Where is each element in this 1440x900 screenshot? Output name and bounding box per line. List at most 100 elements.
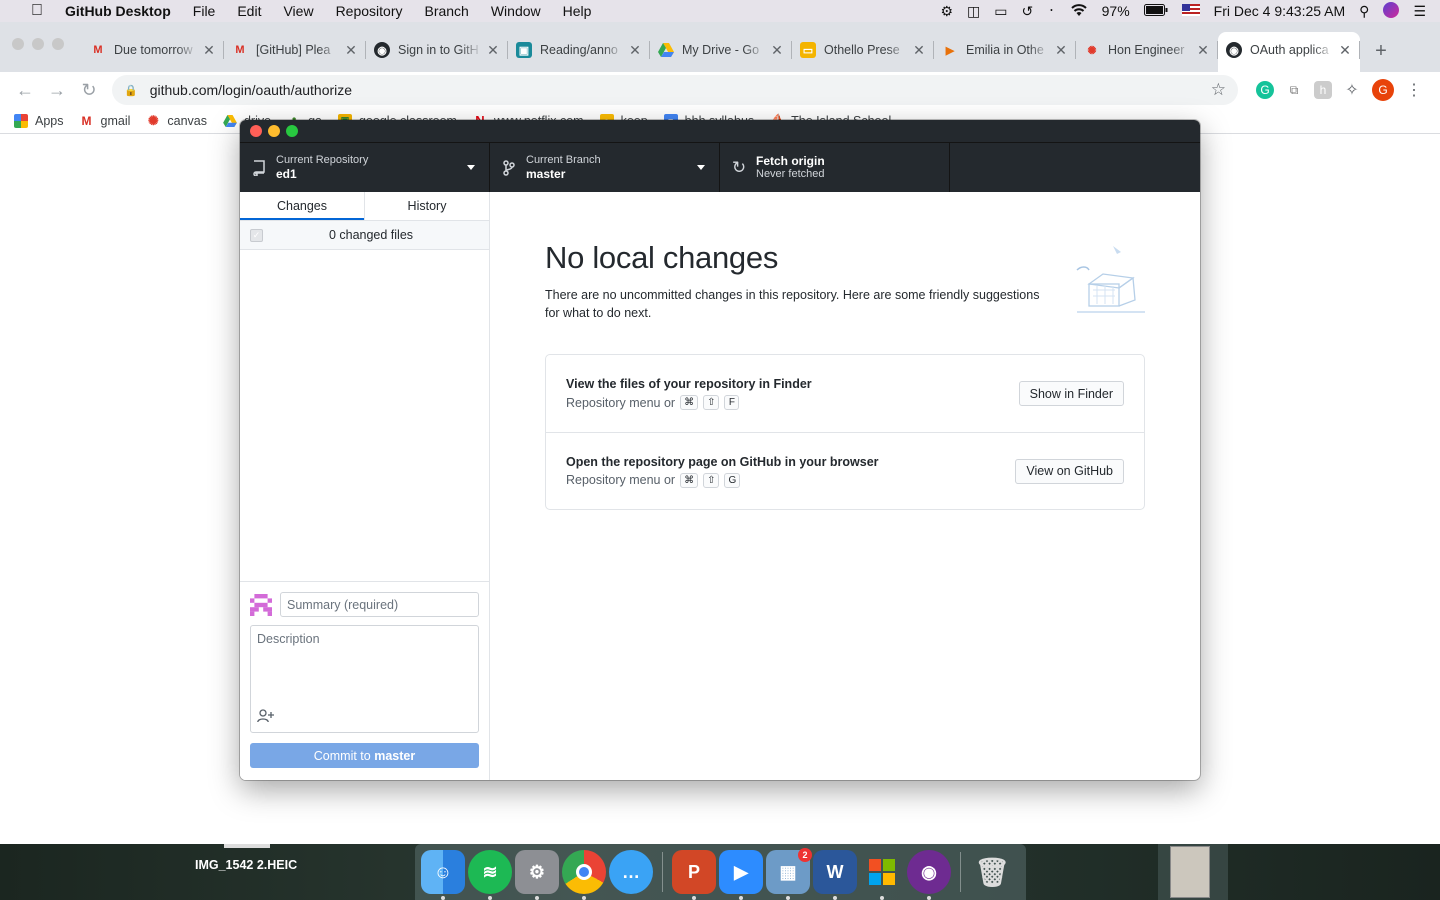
- reload-icon[interactable]: ↻: [74, 75, 104, 105]
- browser-tab[interactable]: My Drive - Go ✕: [650, 32, 792, 68]
- tab-close-icon[interactable]: ✕: [770, 42, 784, 59]
- preview-icon[interactable]: ▦ 2: [766, 848, 812, 900]
- menu-window[interactable]: Window: [480, 0, 552, 22]
- description-input[interactable]: [251, 626, 478, 706]
- url-input[interactable]: 🔒 github.com/login/oauth/authorize ☆: [112, 75, 1238, 105]
- bookmark-star-icon[interactable]: ☆: [1211, 80, 1226, 100]
- tab-close-icon[interactable]: ✕: [202, 42, 216, 59]
- browser-tab[interactable]: ▶ Emilia in Othe ✕: [934, 32, 1076, 68]
- menu-file[interactable]: File: [182, 0, 227, 22]
- new-tab-icon[interactable]: +: [1366, 36, 1396, 66]
- changed-files-header: ✓ 0 changed files: [240, 221, 489, 250]
- menu-repository[interactable]: Repository: [325, 0, 414, 22]
- spotlight-icon[interactable]: ⚲: [1359, 3, 1369, 20]
- tab-close-icon[interactable]: ✕: [344, 42, 358, 59]
- tab-close-icon[interactable]: ✕: [912, 42, 926, 59]
- tab-changes[interactable]: Changes: [240, 192, 364, 220]
- tab-close-icon[interactable]: ✕: [1196, 42, 1210, 59]
- gh-minimize-button[interactable]: [268, 125, 280, 137]
- wifi-icon[interactable]: [1070, 3, 1088, 20]
- microsoft-store-icon[interactable]: [860, 850, 904, 900]
- browser-tab[interactable]: M Due tomorrow ✕: [82, 32, 224, 68]
- current-branch-button[interactable]: Current Branch master: [490, 143, 720, 192]
- spotify-icon[interactable]: ≋: [468, 850, 512, 900]
- gh-zoom-button[interactable]: [286, 125, 298, 137]
- siri-icon[interactable]: [1383, 1, 1400, 21]
- repo-value: ed1: [276, 167, 297, 181]
- extension-translate-icon[interactable]: h: [1314, 81, 1332, 99]
- flag-icon[interactable]: [1181, 3, 1200, 19]
- bookmark-canvas[interactable]: ✺ canvas: [146, 113, 207, 128]
- browser-menu-icon[interactable]: ⋮: [1402, 78, 1426, 102]
- battery-icon: [1143, 3, 1168, 19]
- browser-tab[interactable]: ▣ Reading/anno ✕: [508, 32, 650, 68]
- bluetooth-icon[interactable]: ᛫: [1047, 3, 1055, 19]
- gh-toolbar: Current Repository ed1 Current Branch ma…: [240, 142, 1200, 192]
- bookmark-gmail[interactable]: Mgmail: [80, 114, 131, 128]
- lock-icon[interactable]: 🔒: [124, 84, 138, 97]
- tab-close-icon[interactable]: ✕: [1338, 42, 1352, 59]
- menu-edit[interactable]: Edit: [226, 0, 272, 22]
- fetch-origin-button[interactable]: ↻ Fetch origin Never fetched: [720, 143, 950, 192]
- tab-close-icon[interactable]: ✕: [486, 42, 500, 59]
- sync-status-icon[interactable]: ⚙: [940, 3, 953, 20]
- gmail-icon: M: [235, 44, 245, 56]
- extensions-puzzle-icon[interactable]: ✧: [1340, 78, 1364, 102]
- grammarly-icon[interactable]: G: [1256, 81, 1274, 99]
- browser-tab[interactable]: M [GitHub] Plea ✕: [224, 32, 366, 68]
- summary-input[interactable]: [280, 592, 479, 617]
- browser-zoom-button[interactable]: [52, 38, 64, 50]
- clock[interactable]: Fri Dec 4 9:43:25 AM: [1214, 3, 1346, 19]
- browser-window-controls: [12, 38, 64, 50]
- browser-close-button[interactable]: [12, 38, 24, 50]
- notification-center-icon[interactable]: ☰: [1413, 3, 1426, 20]
- menu-help[interactable]: Help: [552, 0, 603, 22]
- gh-close-button[interactable]: [250, 125, 262, 137]
- drive-icon: [223, 114, 237, 128]
- view-on-github-button[interactable]: View on GitHub: [1015, 458, 1124, 484]
- shield-status-icon[interactable]: ◫: [967, 3, 980, 20]
- avatar: [250, 593, 272, 616]
- show-in-finder-button[interactable]: Show in Finder: [1018, 381, 1124, 406]
- github-desktop-icon[interactable]: ◉: [907, 850, 951, 900]
- macos-menubar:  GitHub Desktop File Edit View Reposito…: [0, 0, 1440, 22]
- key-command: ⌘: [680, 395, 699, 410]
- desktop-file-label[interactable]: IMG_1542 2.HEIC: [195, 858, 297, 872]
- profile-avatar[interactable]: G: [1372, 79, 1394, 101]
- forward-arrow-icon[interactable]: →: [42, 75, 72, 105]
- finder-icon[interactable]: ☺: [421, 850, 465, 900]
- zoom-icon[interactable]: ▶: [719, 850, 763, 900]
- recent-image-thumbnail[interactable]: [1170, 846, 1210, 898]
- select-all-checkbox[interactable]: ✓: [250, 228, 263, 242]
- messages-icon[interactable]: …: [609, 850, 653, 894]
- browser-tab[interactable]: ▭ Othello Prese ✕: [792, 32, 934, 68]
- browser-tab[interactable]: ◉ Sign in to GitH ✕: [366, 32, 508, 68]
- add-coauthor-icon[interactable]: [257, 709, 275, 726]
- trash-icon[interactable]: 🗑: [970, 850, 1014, 894]
- browser-minimize-button[interactable]: [32, 38, 44, 50]
- airplay-icon[interactable]: ▭: [994, 3, 1007, 20]
- tab-close-icon[interactable]: ✕: [628, 42, 642, 59]
- tab-history[interactable]: History: [364, 192, 489, 220]
- powerpoint-icon[interactable]: P: [672, 850, 716, 900]
- desktop-file-thumbnail[interactable]: [224, 844, 270, 848]
- apple-menu-icon[interactable]: : [20, 0, 54, 22]
- browser-tab[interactable]: ✺ Hon Engineer ✕: [1076, 32, 1218, 68]
- word-icon[interactable]: W: [813, 850, 857, 900]
- menu-app-name[interactable]: GitHub Desktop: [54, 0, 182, 22]
- extension-copy-icon[interactable]: ⧉: [1282, 78, 1306, 102]
- bookmark-apps[interactable]: Apps: [14, 113, 64, 128]
- menu-branch[interactable]: Branch: [413, 0, 479, 22]
- commit-button[interactable]: Commit to master: [250, 743, 479, 768]
- battery-percent[interactable]: 97%: [1102, 3, 1130, 19]
- chrome-icon[interactable]: [562, 850, 606, 900]
- system-preferences-icon[interactable]: ⚙: [515, 850, 559, 900]
- fetch-sub: Never fetched: [756, 168, 825, 180]
- suggestion-card-github: Open the repository page on GitHub in yo…: [546, 432, 1144, 509]
- back-arrow-icon[interactable]: ←: [10, 75, 40, 105]
- menu-view[interactable]: View: [272, 0, 324, 22]
- time-machine-icon[interactable]: ↺: [1021, 3, 1033, 20]
- current-repository-button[interactable]: Current Repository ed1: [240, 143, 490, 192]
- tab-close-icon[interactable]: ✕: [1054, 42, 1068, 59]
- browser-tab-active[interactable]: ◉ OAuth applica ✕: [1218, 32, 1360, 72]
